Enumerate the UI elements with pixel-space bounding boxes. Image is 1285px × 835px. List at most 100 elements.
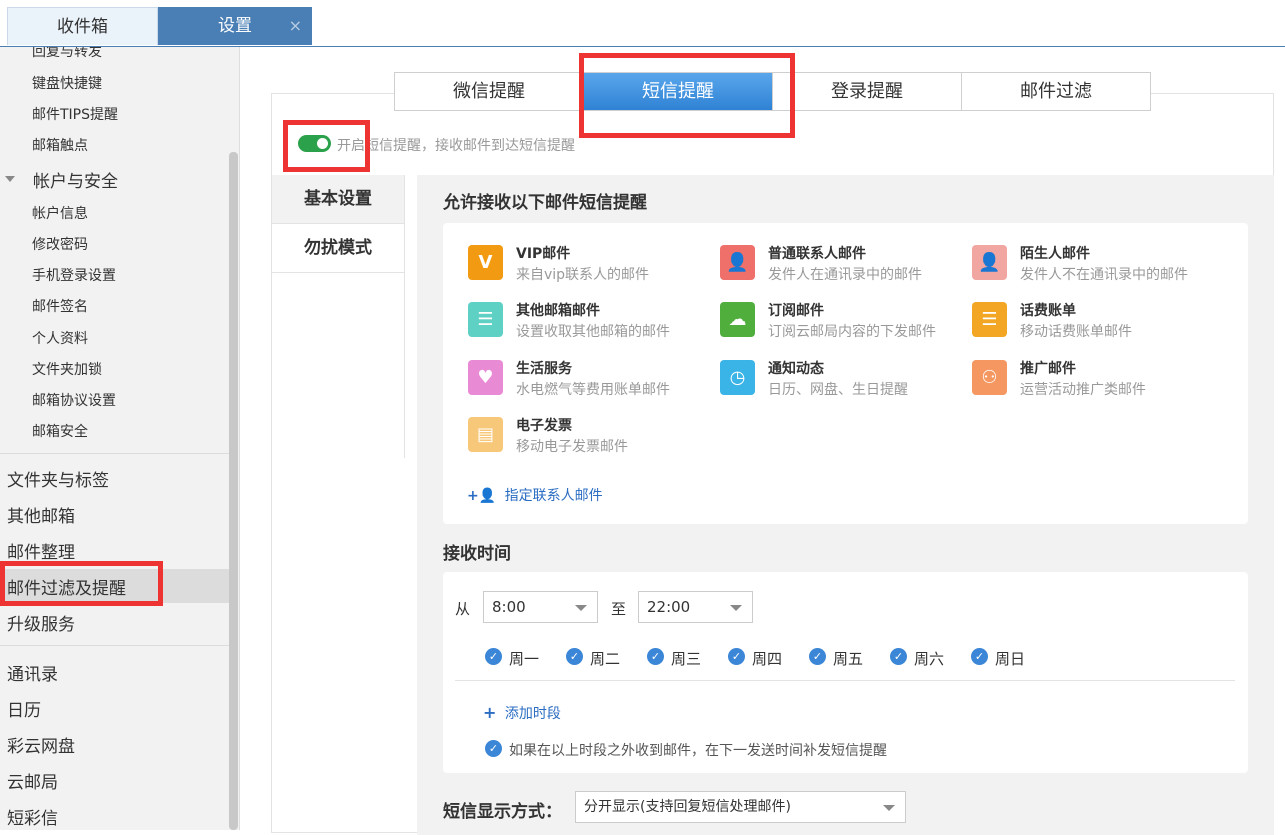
tab-mail-filter[interactable]: 邮件过滤 <box>962 73 1150 110</box>
sidebar-scrollbar[interactable] <box>229 152 238 830</box>
from-time-select[interactable]: 8:00 <box>483 591 598 623</box>
mail-type-invoice[interactable]: ▤ 电子发票 移动电子发票邮件 <box>468 415 718 459</box>
close-icon[interactable]: × <box>289 7 302 45</box>
mail-type-desc: 发件人在通讯录中的邮件 <box>768 267 922 283</box>
nav-do-not-disturb[interactable]: 勿扰模式 <box>272 224 404 273</box>
from-label: 从 <box>455 600 471 618</box>
tab-wechat-reminder[interactable]: 微信提醒 <box>395 73 584 110</box>
sidebar-item-cloud-post[interactable]: 云邮局 <box>7 768 58 793</box>
mail-type-subscribe[interactable]: ☁ 订阅邮件 订阅云邮局内容的下发邮件 <box>720 300 970 344</box>
mail-type-bill[interactable]: ☰ 话费账单 移动话费账单邮件 <box>972 300 1222 344</box>
mail-type-promo[interactable]: ⚇ 推广邮件 运营活动推广类邮件 <box>972 358 1222 402</box>
day-checkbox-wed[interactable]: 周三 <box>647 648 701 669</box>
annotation-box-filter-reminder <box>0 561 163 606</box>
mail-type-title: 电子发票 <box>516 418 572 434</box>
nav-basic-settings[interactable]: 基本设置 <box>272 175 404 224</box>
sidebar-item-mms[interactable]: 短彩信 <box>7 804 58 829</box>
mail-type-desc: 水电燃气等费用账单邮件 <box>516 382 670 398</box>
sidebar-item-folder-lock[interactable]: 文件夹加锁 <box>32 359 102 379</box>
mail-type-title: 陌生人邮件 <box>1020 246 1090 262</box>
add-period-link[interactable]: + 添加时段 <box>483 703 561 723</box>
reminder-left-nav: 基本设置 勿扰模式 <box>272 175 405 458</box>
sidebar-item-phone-login[interactable]: 手机登录设置 <box>32 265 116 285</box>
subscribe-icon: ☁ <box>720 302 755 337</box>
tab-inbox[interactable]: 收件箱 <box>7 7 158 45</box>
sidebar-item-contacts[interactable]: 通讯录 <box>7 660 58 685</box>
other-mailbox-icon: ☰ <box>468 302 503 337</box>
sidebar-item-change-password[interactable]: 修改密码 <box>32 234 88 254</box>
mail-type-card: V VIP邮件 来自vip联系人的邮件 👤 普通联系人邮件 发件人在通讯录中的邮… <box>443 223 1248 524</box>
tab-settings[interactable]: 设置 × <box>158 7 312 45</box>
mail-type-desc: 日历、网盘、生日提醒 <box>768 382 908 398</box>
add-contact-label: 指定联系人邮件 <box>504 488 603 504</box>
settings-sidebar: 回复与转发 键盘快捷键 邮件TIPS提醒 邮箱触点 帐户与安全 帐户信息 修改密… <box>0 47 240 830</box>
sidebar-item-profile[interactable]: 个人资料 <box>32 328 88 348</box>
chevron-down-icon <box>730 605 742 611</box>
day-checkbox-sat[interactable]: 周六 <box>890 648 944 669</box>
top-tab-bar: 收件箱 设置 × <box>0 0 1285 47</box>
sidebar-divider <box>0 645 230 646</box>
promo-share-icon: ⚇ <box>972 360 1007 395</box>
sidebar-divider <box>0 453 230 454</box>
sidebar-item-tips[interactable]: 邮件TIPS提醒 <box>32 104 118 124</box>
sidebar-item-cloud-disk[interactable]: 彩云网盘 <box>7 732 75 757</box>
sidebar-item-mail-organize[interactable]: 邮件整理 <box>7 538 75 563</box>
day-checkbox-thu[interactable]: 周四 <box>728 648 782 669</box>
sidebar-item-account-info[interactable]: 帐户信息 <box>32 203 88 223</box>
mail-type-stranger[interactable]: 👤 陌生人邮件 发件人不在通讯录中的邮件 <box>972 243 1222 287</box>
sidebar-item-folders-tags[interactable]: 文件夹与标签 <box>7 466 109 491</box>
sidebar-item-calendar[interactable]: 日历 <box>7 696 41 721</box>
time-divider <box>455 680 1235 681</box>
add-contact-mail-link[interactable]: +👤 指定联系人邮件 <box>467 485 603 505</box>
display-mode-label: 短信显示方式： <box>443 802 562 822</box>
day-checkbox-tue[interactable]: 周二 <box>566 648 620 669</box>
sidebar-item-signature[interactable]: 邮件签名 <box>32 296 88 316</box>
mail-type-life-service[interactable]: ♥ 生活服务 水电燃气等费用账单邮件 <box>468 358 718 402</box>
vip-icon: V <box>468 245 503 280</box>
mail-type-title: 订阅邮件 <box>768 303 824 319</box>
mail-type-other-mailbox[interactable]: ☰ 其他邮箱邮件 设置收取其他邮箱的邮件 <box>468 300 718 344</box>
sidebar-group-account-security[interactable]: 帐户与安全 <box>33 167 118 192</box>
tab-settings-label: 设置 <box>218 16 252 36</box>
sidebar-item-shortcuts[interactable]: 键盘快捷键 <box>32 73 102 93</box>
bill-icon: ☰ <box>972 302 1007 337</box>
life-service-icon: ♥ <box>468 360 503 395</box>
collapse-caret-icon[interactable] <box>5 176 15 182</box>
mail-type-desc: 运营活动推广类邮件 <box>1020 382 1146 398</box>
add-period-label: 添加时段 <box>504 706 561 722</box>
allow-section-title: 允许接收以下邮件短信提醒 <box>443 193 647 213</box>
settings-content: 微信提醒 短信提醒 登录提醒 邮件过滤 开启短信提醒，接收邮件到达短信提醒 基本… <box>241 47 1285 835</box>
mail-type-desc: 发件人不在通讯录中的邮件 <box>1020 267 1188 283</box>
tab-login-reminder[interactable]: 登录提醒 <box>773 73 962 110</box>
to-label: 至 <box>611 600 627 618</box>
sidebar-item-upgrade[interactable]: 升级服务 <box>7 610 75 635</box>
sms-reminder-toggle-label: 开启短信提醒，接收邮件到达短信提醒 <box>337 138 575 154</box>
invoice-icon: ▤ <box>468 417 503 452</box>
plus-icon: + <box>483 703 497 722</box>
mail-type-desc: 移动话费账单邮件 <box>1020 324 1132 340</box>
chevron-down-icon <box>575 605 587 611</box>
mail-type-desc: 来自vip联系人的邮件 <box>516 267 650 283</box>
day-checkbox-mon[interactable]: 周一 <box>485 648 539 669</box>
day-checkbox-fri[interactable]: 周五 <box>809 648 863 669</box>
sidebar-item-touchpoint[interactable]: 邮箱触点 <box>32 135 88 155</box>
mail-type-title: 通知动态 <box>768 361 824 377</box>
mail-type-vip[interactable]: V VIP邮件 来自vip联系人的邮件 <box>468 243 718 287</box>
sidebar-item-reply-forward[interactable]: 回复与转发 <box>32 47 102 61</box>
mail-type-notify[interactable]: ◷ 通知动态 日历、网盘、生日提醒 <box>720 358 970 402</box>
display-mode-select[interactable]: 分开显示(支持回复短信处理邮件) <box>575 791 906 823</box>
sidebar-item-protocol[interactable]: 邮箱协议设置 <box>32 390 116 410</box>
display-mode-value: 分开显示(支持回复短信处理邮件) <box>584 799 791 815</box>
to-time-select[interactable]: 22:00 <box>638 591 753 623</box>
annotation-box-sms-tab <box>579 53 795 138</box>
time-card: 从 8:00 至 22:00 周一 周二 周三 周四 周五 周六 周日 + 添加… <box>443 572 1248 773</box>
sidebar-item-mail-security[interactable]: 邮箱安全 <box>32 421 88 441</box>
sidebar-item-other-mailbox[interactable]: 其他邮箱 <box>7 502 75 527</box>
stranger-icon: 👤 <box>972 245 1007 280</box>
mail-type-title: 其他邮箱邮件 <box>516 303 600 319</box>
mail-type-desc: 设置收取其他邮箱的邮件 <box>516 324 670 340</box>
annotation-box-toggle <box>283 120 370 172</box>
resend-checkbox[interactable]: 如果在以上时段之外收到邮件，在下一发送时间补发短信提醒 <box>485 740 887 760</box>
day-checkbox-sun[interactable]: 周日 <box>971 648 1025 669</box>
mail-type-contact[interactable]: 👤 普通联系人邮件 发件人在通讯录中的邮件 <box>720 243 970 287</box>
